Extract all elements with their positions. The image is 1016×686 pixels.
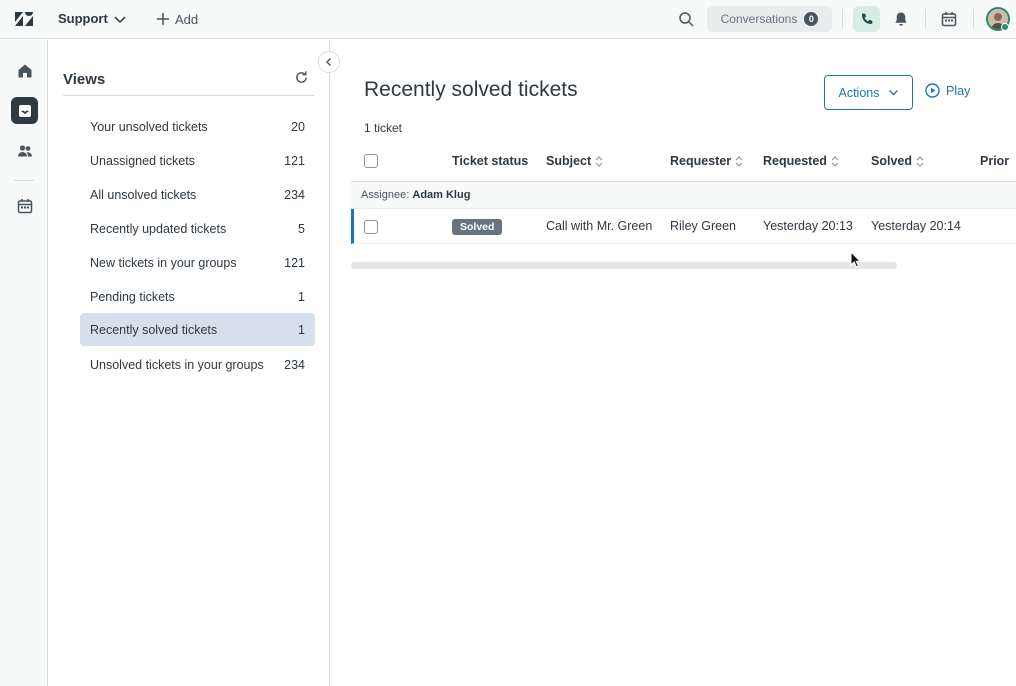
ticket-count: 1 ticket (364, 121, 403, 135)
bell-icon[interactable] (893, 11, 909, 27)
chevron-down-icon (888, 90, 898, 96)
nav-rail (0, 40, 48, 686)
column-header-label: Subject (546, 154, 592, 168)
divider (63, 95, 314, 96)
view-item-recently-solved[interactable]: Recently solved tickets 1 (80, 313, 315, 346)
view-item-count: 234 (284, 187, 305, 202)
view-item-label: Unassigned tickets (90, 153, 195, 168)
view-item-label: Recently updated tickets (90, 221, 227, 236)
select-all-checkbox[interactable] (364, 154, 378, 168)
calendar-icon[interactable] (941, 11, 957, 27)
view-item-new-in-groups[interactable]: New tickets in your groups 121 (80, 246, 315, 279)
play-icon (925, 83, 940, 98)
play-button[interactable]: Play (925, 83, 970, 98)
column-header-label: Requester (670, 154, 732, 168)
actions-label: Actions (838, 85, 880, 100)
view-item-unassigned[interactable]: Unassigned tickets 121 (80, 144, 315, 177)
view-item-count: 1 (298, 322, 305, 337)
view-item-count: 20 (291, 119, 305, 134)
column-header-label: Ticket status (452, 154, 529, 168)
actions-button[interactable]: Actions (824, 75, 913, 110)
column-header-subject[interactable]: Subject (546, 154, 603, 168)
view-item-count: 5 (298, 221, 305, 236)
view-item-label: Your unsolved tickets (90, 119, 208, 134)
views-nav-item[interactable] (11, 97, 38, 124)
top-bar: Support Add Conversations 0 (0, 0, 1016, 39)
group-row: Assignee: Adam Klug (351, 182, 1016, 209)
group-prefix: Assignee: (361, 189, 410, 201)
row-checkbox[interactable] (364, 220, 378, 234)
phone-button[interactable] (853, 6, 880, 32)
customers-nav-item[interactable] (11, 137, 38, 164)
view-item-count: 121 (284, 153, 305, 168)
column-header-solved[interactable]: Solved (871, 154, 924, 168)
view-item-recently-updated[interactable]: Recently updated tickets 5 (80, 212, 315, 245)
views-icon (18, 104, 31, 117)
divider (925, 9, 926, 29)
conversations-label: Conversations (720, 12, 798, 26)
view-item-label: Unsolved tickets in your groups (90, 357, 264, 372)
ticket-solved-date: Yesterday 20:14 (871, 219, 961, 233)
divider (973, 9, 974, 29)
plus-icon (157, 13, 169, 25)
sort-icon (595, 155, 603, 167)
view-item-unsolved-in-groups[interactable]: Unsolved tickets in your groups 234 (80, 348, 315, 381)
chevron-left-icon (326, 58, 331, 66)
column-header-requester[interactable]: Requester (670, 154, 743, 168)
status-badge: Solved (452, 219, 503, 235)
play-label: Play (946, 83, 971, 98)
ticket-requester[interactable]: Riley Green (670, 219, 736, 233)
group-assignee-name: Adam Klug (412, 189, 471, 201)
group-label: Assignee: Adam Klug (361, 189, 470, 201)
view-item-label: Pending tickets (90, 289, 175, 304)
ticket-subject[interactable]: Call with Mr. Green (546, 219, 652, 233)
column-header-ticket-status[interactable]: Ticket status (452, 154, 528, 168)
conversations-count-badge: 0 (804, 12, 819, 26)
home-icon (18, 64, 31, 77)
view-item-count: 121 (284, 255, 305, 270)
refresh-icon[interactable] (294, 70, 309, 85)
views-panel: Views Your unsolved tickets 20 Unassigne… (49, 40, 330, 686)
customers-icon (17, 144, 32, 156)
conversations-button[interactable]: Conversations 0 (707, 6, 832, 32)
view-item-label: New tickets in your groups (90, 255, 237, 270)
view-item-label: All unsolved tickets (90, 187, 197, 202)
view-item-pending[interactable]: Pending tickets 1 (80, 280, 315, 313)
column-header-label: Solved (871, 154, 912, 168)
add-button-label: Add (175, 11, 199, 27)
column-header-priority[interactable]: Prior (980, 154, 1009, 168)
sort-icon (735, 155, 743, 167)
mouse-cursor-icon (850, 251, 861, 268)
ticket-requested-date: Yesterday 20:13 (763, 219, 853, 233)
column-header-label: Requested (763, 154, 827, 168)
product-switcher-label[interactable]: Support (58, 11, 108, 26)
view-item-label: Recently solved tickets (90, 322, 218, 337)
home-nav-item[interactable] (11, 57, 38, 84)
online-status-dot (1001, 23, 1009, 31)
add-button[interactable]: Add (156, 10, 198, 28)
views-title: Views (63, 71, 106, 88)
page-title: Recently solved tickets (364, 78, 578, 101)
sort-icon (916, 155, 924, 167)
calendar-icon (17, 198, 32, 213)
view-item-all-unsolved[interactable]: All unsolved tickets 234 (80, 178, 315, 211)
horizontal-scrollbar[interactable] (351, 262, 897, 269)
view-item-your-unsolved[interactable]: Your unsolved tickets 20 (80, 110, 315, 143)
main-content: Recently solved tickets Actions Play 1 t… (331, 40, 1016, 686)
collapse-panel-button[interactable] (318, 51, 340, 73)
view-item-count: 234 (284, 357, 305, 372)
divider (14, 180, 34, 181)
search-icon[interactable] (678, 11, 694, 27)
divider (842, 9, 843, 29)
phone-icon (861, 13, 872, 24)
sort-icon (831, 155, 839, 167)
chevron-down-icon[interactable] (113, 12, 127, 26)
view-item-count: 1 (298, 289, 305, 304)
calendar-nav-item[interactable] (11, 192, 38, 219)
column-header-label: Prior (980, 154, 1010, 168)
column-header-requested[interactable]: Requested (763, 154, 839, 168)
zendesk-logo-icon[interactable] (14, 10, 34, 28)
